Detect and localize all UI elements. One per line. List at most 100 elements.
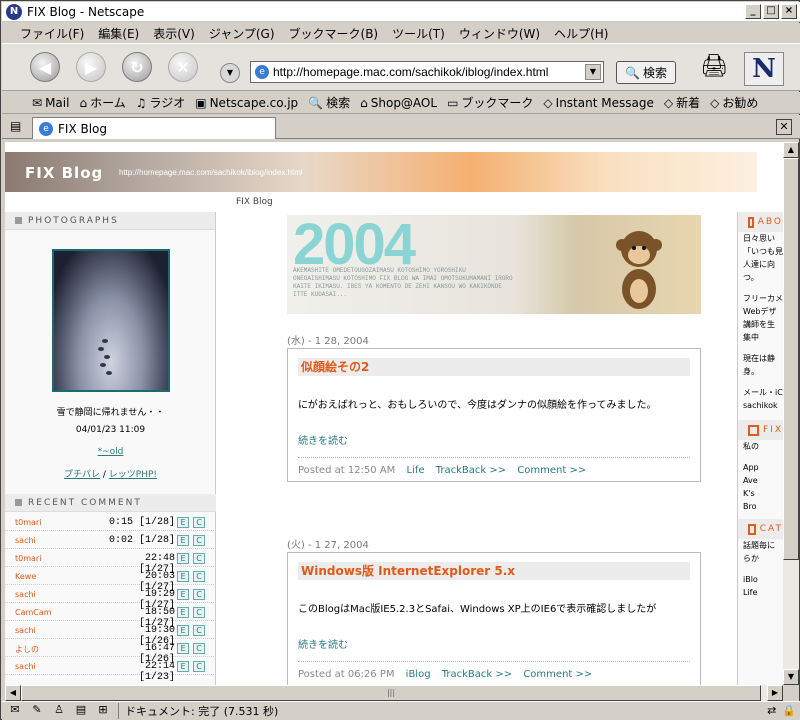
url-dropdown-button[interactable]: ▼ bbox=[585, 64, 601, 80]
aim-icon[interactable]: ♙ bbox=[50, 703, 68, 719]
entry-link-button[interactable]: E bbox=[177, 553, 189, 564]
menu-window[interactable]: ウィンドウ(W) bbox=[459, 25, 540, 42]
entry-link-button[interactable]: E bbox=[177, 661, 189, 672]
commenter-name[interactable]: Kewe bbox=[15, 572, 36, 581]
commenter-name[interactable]: sachi bbox=[15, 590, 36, 599]
vertical-scrollbar[interactable]: ▲ ▼ bbox=[783, 142, 799, 685]
commenter-name[interactable]: sachi bbox=[15, 536, 36, 545]
personal-item-mail[interactable]: ✉ Mail bbox=[32, 96, 69, 110]
category-link[interactable]: iBlog bbox=[406, 669, 431, 680]
comment-link-button[interactable]: C bbox=[193, 517, 205, 528]
comment-link-button[interactable]: C bbox=[193, 607, 205, 618]
menu-help[interactable]: ヘルプ(H) bbox=[554, 25, 608, 42]
entry-link-button[interactable]: E bbox=[177, 571, 189, 582]
comment-link-button[interactable]: C bbox=[193, 571, 205, 582]
menu-bookmarks[interactable]: ブックマーク(B) bbox=[289, 25, 379, 42]
comment-link-button[interactable]: C bbox=[193, 661, 205, 672]
url-bar[interactable]: e ▼ bbox=[250, 61, 604, 83]
entry-link-button[interactable]: E bbox=[177, 643, 189, 654]
trackback-link[interactable]: TrackBack >> bbox=[442, 669, 512, 680]
comment-link-button[interactable]: C bbox=[193, 625, 205, 636]
horizontal-scrollbar[interactable]: ◀ ||| ▶ bbox=[5, 685, 783, 701]
commenter-name[interactable]: sachi bbox=[15, 662, 36, 671]
photo-snow-street[interactable] bbox=[52, 249, 170, 392]
connection-icon[interactable]: ⇄ bbox=[767, 704, 776, 717]
commenter-name[interactable]: t0mari bbox=[15, 554, 41, 563]
entry-link-button[interactable]: E bbox=[177, 607, 189, 618]
mail-icon[interactable]: ✉ bbox=[6, 703, 24, 719]
personal-item-netscape[interactable]: ▣ Netscape.co.jp bbox=[195, 96, 298, 110]
history-dropdown-button[interactable]: ▼ bbox=[220, 63, 240, 83]
stop-button[interactable]: ✕ bbox=[168, 52, 198, 82]
browser-window: N FIX Blog - Netscape _ □ × ファイル(F) 編集(E… bbox=[0, 0, 800, 720]
netscape-logo[interactable]: N bbox=[744, 52, 784, 86]
url-input[interactable] bbox=[273, 65, 583, 79]
post-body: にがおえばれっと、おもしろいので、今度はダンナの似顔絵を作ってみました。 bbox=[298, 400, 657, 411]
tab-fix-blog[interactable]: e FIX Blog bbox=[32, 117, 276, 139]
comment-link-button[interactable]: C bbox=[193, 535, 205, 546]
personal-item-search[interactable]: 🔍 検索 bbox=[308, 94, 350, 111]
comment-link-button[interactable]: C bbox=[193, 553, 205, 564]
menu-edit[interactable]: 編集(E) bbox=[98, 25, 139, 42]
entry-link-button[interactable]: E bbox=[177, 625, 189, 636]
blog-banner: FIX Blog http://homepage.mac.com/sachiko… bbox=[5, 152, 757, 192]
commenter-name[interactable]: sachi bbox=[15, 626, 36, 635]
menu-file[interactable]: ファイル(F) bbox=[20, 25, 84, 42]
reload-button[interactable]: ↻ bbox=[122, 52, 152, 82]
entry-link-button[interactable]: E bbox=[177, 589, 189, 600]
commenter-name[interactable]: CamCam bbox=[15, 608, 52, 617]
blog-logo[interactable]: FIX Blog bbox=[25, 164, 103, 182]
read-more-link[interactable]: 続きを読む bbox=[298, 636, 348, 651]
comment-link-button[interactable]: C bbox=[193, 643, 205, 654]
search-button[interactable]: 🔍 検索 bbox=[616, 61, 676, 84]
link-lets-php[interactable]: レッツPHP! bbox=[109, 470, 157, 480]
post-title[interactable]: Windows版 InternetExplorer 5.x bbox=[298, 562, 690, 580]
personal-item-home[interactable]: ⌂ ホーム bbox=[79, 94, 125, 111]
menu-go[interactable]: ジャンプ(G) bbox=[209, 25, 275, 42]
scroll-down-button[interactable]: ▼ bbox=[783, 669, 799, 685]
search-icon: 🔍 bbox=[308, 95, 324, 110]
minimize-button[interactable]: _ bbox=[745, 4, 761, 19]
scroll-up-button[interactable]: ▲ bbox=[783, 142, 799, 158]
photo-old-link[interactable]: *~old bbox=[98, 447, 124, 457]
print-icon[interactable]: 🖨 bbox=[699, 54, 729, 80]
menu-tools[interactable]: ツール(T) bbox=[392, 25, 445, 42]
post-title[interactable]: 似顔絵その2 bbox=[298, 358, 690, 376]
personal-item-radio[interactable]: ♫ ラジオ bbox=[136, 94, 186, 111]
sidebar-text-line bbox=[738, 378, 783, 386]
address-book-icon[interactable]: ▤ bbox=[72, 703, 90, 719]
maximize-button[interactable]: □ bbox=[763, 4, 779, 19]
new-tab-icon[interactable]: ▤ bbox=[10, 119, 21, 133]
commenter-name[interactable]: よしの bbox=[15, 644, 39, 655]
read-more-link[interactable]: 続きを読む bbox=[298, 432, 348, 447]
entry-link-button[interactable]: E bbox=[177, 517, 189, 528]
vertical-scroll-thumb[interactable] bbox=[783, 158, 799, 560]
personal-item-shop[interactable]: ⌂ Shop@AOL bbox=[360, 96, 437, 110]
composer-icon[interactable]: ✎ bbox=[28, 703, 46, 719]
trackback-link[interactable]: TrackBack >> bbox=[436, 465, 506, 476]
about-header: ABO bbox=[738, 212, 783, 232]
recent-comment-row: t0mari 22:48 [1/27] E C bbox=[5, 550, 216, 575]
commenter-name[interactable]: t0mari bbox=[15, 518, 41, 527]
comment-link-button[interactable]: C bbox=[193, 589, 205, 600]
personal-item-new[interactable]: ◇ 新着 bbox=[664, 94, 700, 111]
about-text: 日々思い 「いつも見 人達に向 つ。 フリーカメ Webデザ 講師を生 集中 現在は静 身。 メール… bbox=[738, 232, 783, 412]
offline-icon[interactable]: ⊞ bbox=[94, 703, 112, 719]
forward-button[interactable]: ▶ bbox=[76, 52, 106, 82]
security-lock-icon[interactable]: 🔒 bbox=[782, 704, 796, 717]
personal-item-recommend[interactable]: ◇ お勧め bbox=[710, 94, 758, 111]
back-button[interactable]: ◀ bbox=[30, 52, 60, 82]
personal-item-bookmarks[interactable]: ▭ ブックマーク bbox=[447, 94, 533, 111]
close-tab-button[interactable]: ✕ bbox=[776, 119, 792, 135]
close-button[interactable]: × bbox=[781, 4, 797, 19]
horizontal-scroll-thumb[interactable]: ||| bbox=[21, 685, 761, 701]
personal-item-instant-message[interactable]: ◇ Instant Message bbox=[543, 96, 653, 110]
link-puchipare[interactable]: プチパレ bbox=[64, 470, 100, 480]
scroll-right-button[interactable]: ▶ bbox=[767, 685, 783, 701]
comment-link[interactable]: Comment >> bbox=[523, 669, 592, 680]
category-link[interactable]: Life bbox=[406, 465, 424, 476]
scroll-left-button[interactable]: ◀ bbox=[5, 685, 21, 701]
menu-view[interactable]: 表示(V) bbox=[153, 25, 195, 42]
entry-link-button[interactable]: E bbox=[177, 535, 189, 546]
comment-link[interactable]: Comment >> bbox=[517, 465, 586, 476]
